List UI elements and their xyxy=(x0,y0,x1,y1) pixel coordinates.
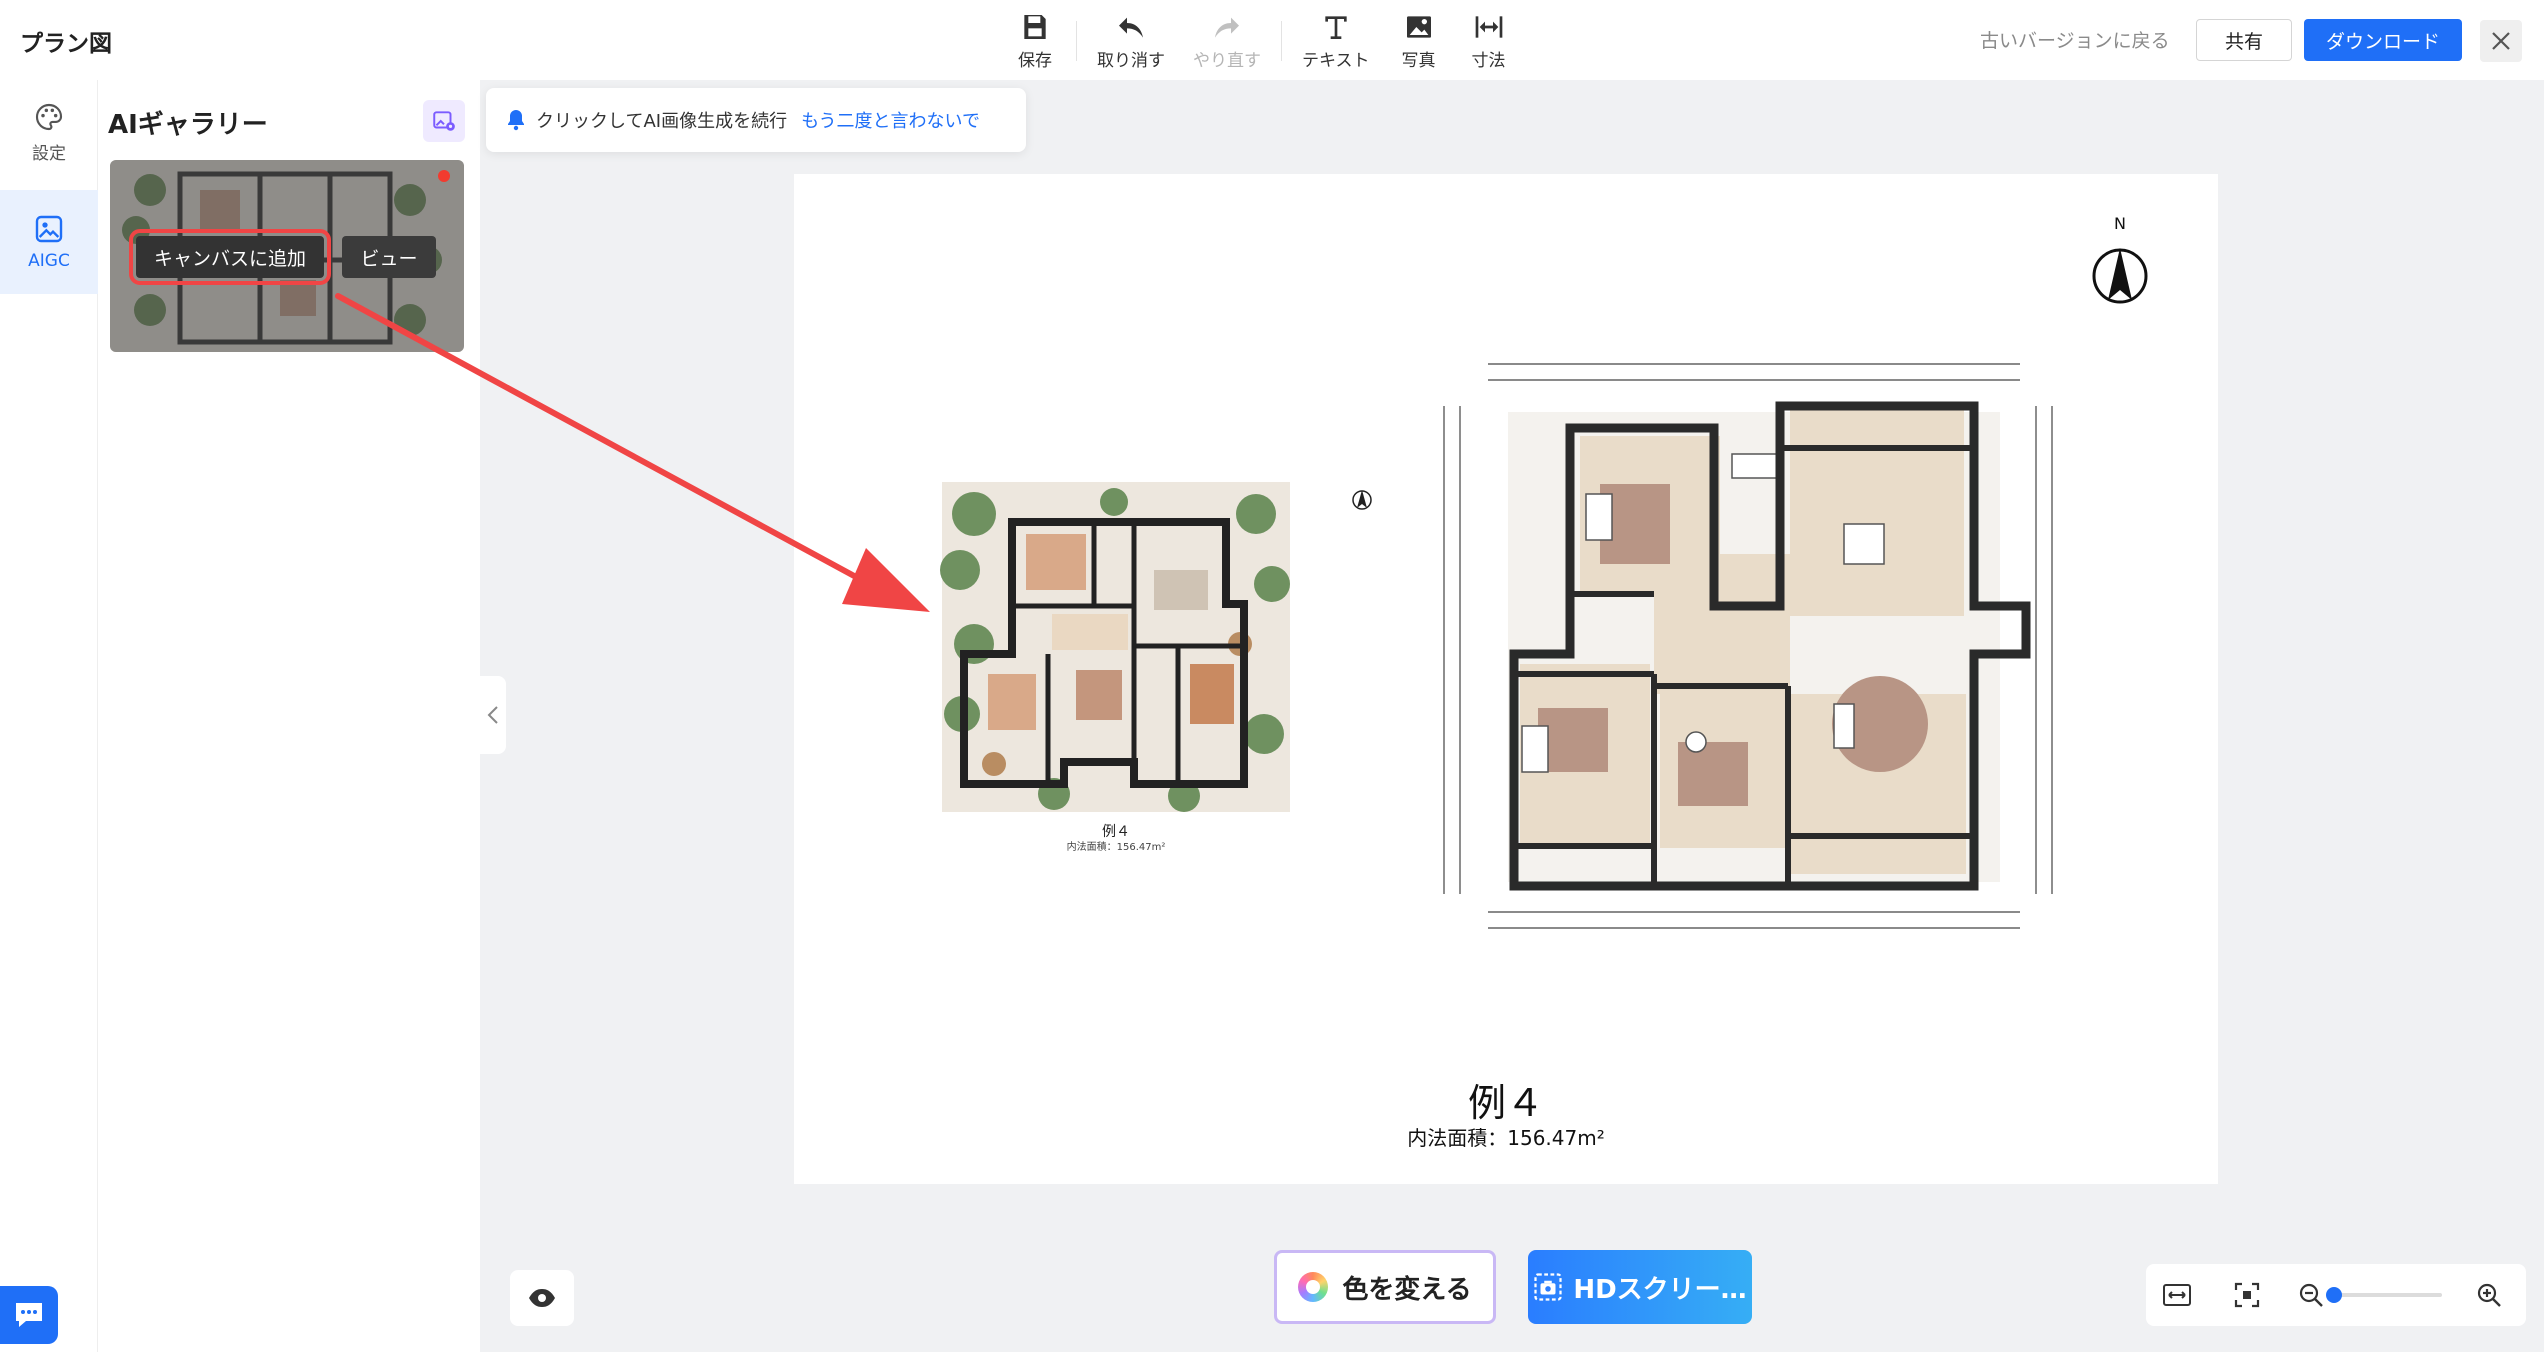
rail-settings-label: 設定 xyxy=(32,143,66,164)
fit-screen-button[interactable] xyxy=(2230,1278,2264,1312)
redo-button[interactable]: やり直す xyxy=(1179,10,1275,72)
dimension-tool-label: 寸法 xyxy=(1471,51,1506,71)
undo-label: 取り消す xyxy=(1097,51,1165,71)
panel-title: AIギャラリー xyxy=(108,110,268,140)
photo-tool-label: 写真 xyxy=(1401,51,1436,71)
change-color-button[interactable]: 色を変える xyxy=(1274,1250,1496,1324)
floor-plans-drawing: 例４ 内法面積：156.47m² xyxy=(940,248,2148,929)
photo-icon xyxy=(1406,16,1431,38)
hd-screenshot-button[interactable]: HDスクリー… xyxy=(1528,1250,1752,1324)
top-bar: プラン図 保存 取り消す やり直す テキスト 写真 寸法 古いバージョンに戻る xyxy=(0,0,2544,80)
hd-screenshot-label: HDスクリー… xyxy=(1573,1274,1747,1305)
small-plan-area: 内法面積：156.47m² xyxy=(1067,840,1166,853)
redo-label: やり直す xyxy=(1193,51,1261,71)
ai-image-icon xyxy=(35,215,63,243)
small-north-arrow-icon xyxy=(1352,490,1372,510)
gallery-settings-button[interactable] xyxy=(423,100,465,142)
save-button[interactable]: 保存 xyxy=(1000,10,1070,72)
zoom-controls xyxy=(2146,1264,2526,1326)
small-plan-title: 例４ xyxy=(1102,824,1130,840)
zoom-slider-track[interactable] xyxy=(2332,1293,2442,1297)
preview-toggle-button[interactable] xyxy=(510,1270,574,1326)
notice-text: クリックしてAI画像生成を続行 xyxy=(536,111,788,132)
large-floor-plan[interactable] xyxy=(1443,363,2053,929)
palette-icon xyxy=(35,103,63,130)
color-wheel-icon xyxy=(1298,1272,1329,1302)
undo-button[interactable]: 取り消す xyxy=(1083,10,1179,72)
zoom-out-icon xyxy=(2299,1283,2323,1307)
chat-support-button[interactable] xyxy=(0,1286,58,1344)
save-label: 保存 xyxy=(1018,51,1052,71)
photo-tool-button[interactable]: 写真 xyxy=(1384,10,1454,72)
text-tool-label: テキスト xyxy=(1302,51,1370,71)
app-title: プラン図 xyxy=(20,31,112,57)
hd-camera-icon xyxy=(1534,1273,1562,1301)
plan-title: 例４ xyxy=(1467,1081,1544,1125)
zoom-slider-handle[interactable] xyxy=(2326,1287,2342,1303)
ai-gallery-panel: AIギャラリー キャンバスに追加 ビュー xyxy=(98,80,480,1352)
close-button[interactable] xyxy=(2480,20,2522,62)
eye-icon xyxy=(529,1289,555,1307)
undo-icon xyxy=(1119,17,1143,38)
save-icon xyxy=(1024,15,1046,39)
plan-area: 内法面積：156.47m² xyxy=(1407,1126,1605,1150)
north-arrow-icon xyxy=(2092,248,2148,304)
download-button[interactable]: ダウンロード xyxy=(2304,19,2462,61)
ai-generation-notice: クリックしてAI画像生成を続行 もう二度と言わないで xyxy=(486,88,1026,152)
collapse-panel-handle[interactable] xyxy=(480,676,506,754)
rail-aigc-label: AIGC xyxy=(28,251,70,271)
fit-width-button[interactable] xyxy=(2160,1278,2194,1312)
redo-icon xyxy=(1215,17,1239,38)
change-color-label: 色を変える xyxy=(1342,1274,1472,1305)
left-rail: 設定 AIGC xyxy=(0,80,98,1352)
toolbar: 保存 取り消す やり直す テキスト 写真 寸法 xyxy=(1000,10,1524,72)
revert-version-link[interactable]: 古いバージョンに戻る xyxy=(1980,26,2170,53)
chevron-left-icon xyxy=(487,706,498,724)
zoom-in-icon xyxy=(2477,1283,2501,1307)
fit-width-icon xyxy=(2163,1284,2191,1306)
toolbar-divider xyxy=(1076,21,1077,61)
add-to-canvas-button[interactable]: キャンバスに追加 xyxy=(129,229,331,285)
dont-show-again-link[interactable]: もう二度と言わないで xyxy=(801,107,980,133)
view-button[interactable]: ビュー xyxy=(342,236,436,278)
fit-screen-icon xyxy=(2234,1282,2260,1308)
close-icon xyxy=(2492,32,2510,50)
text-tool-button[interactable]: テキスト xyxy=(1288,10,1384,72)
text-icon xyxy=(1325,16,1347,39)
zoom-out-button[interactable] xyxy=(2294,1278,2328,1312)
toolbar-divider xyxy=(1281,21,1282,61)
rail-item-aigc[interactable]: AIGC xyxy=(0,190,98,294)
bell-icon xyxy=(508,110,524,131)
north-label: N xyxy=(2114,214,2126,233)
image-settings-icon xyxy=(433,111,455,131)
new-indicator-dot xyxy=(438,170,450,182)
small-floor-plan[interactable]: 例４ 内法面積：156.47m² xyxy=(940,482,1290,853)
dimension-tool-button[interactable]: 寸法 xyxy=(1454,10,1524,72)
share-button[interactable]: 共有 xyxy=(2196,19,2292,61)
dimension-icon xyxy=(1475,16,1502,38)
rail-item-settings[interactable]: 設定 xyxy=(0,80,98,184)
zoom-in-button[interactable] xyxy=(2472,1278,2506,1312)
chat-bubble-icon xyxy=(16,1303,42,1327)
design-canvas[interactable]: 例４ 内法面積：156.47m² N 例４ 内法面積：156.47m² xyxy=(794,174,2218,1184)
